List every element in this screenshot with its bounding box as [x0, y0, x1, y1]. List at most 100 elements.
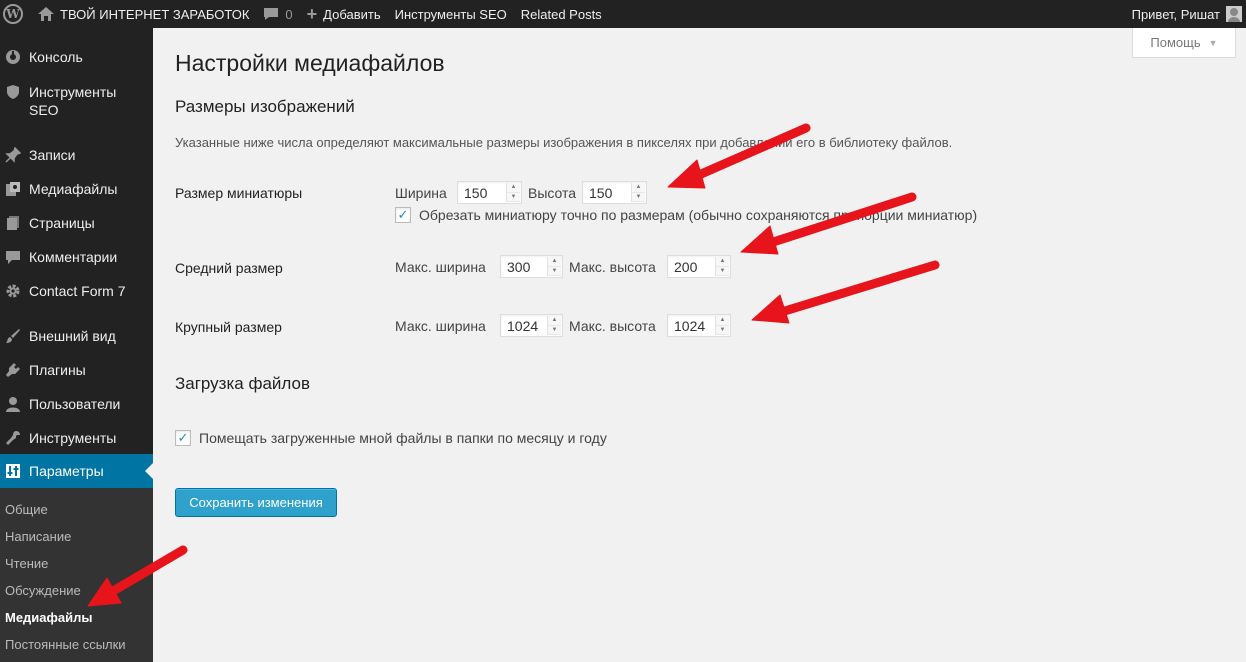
sidebar-item-media[interactable]: Медиафайлы: [0, 180, 153, 198]
shield-icon: [3, 83, 23, 101]
image-sizes-description: Указанные ниже числа определяют максимал…: [175, 135, 953, 150]
avatar: [1226, 6, 1242, 22]
submenu-item-reading[interactable]: Чтение: [5, 556, 48, 571]
large-width-stepper[interactable]: ▲ ▼: [547, 316, 561, 335]
home-icon: [38, 7, 54, 21]
pin-icon: [3, 146, 23, 164]
help-tab-button[interactable]: Помощь ▼: [1132, 28, 1236, 58]
sidebar-item-tools[interactable]: Инструменты: [0, 429, 153, 447]
related-posts-label: Related Posts: [520, 6, 602, 22]
caret-down-icon: ▼: [1208, 37, 1218, 48]
sidebar-item-label: Медиафайлы: [29, 181, 118, 197]
medium-width-input[interactable]: 300 ▲ ▼: [500, 255, 563, 278]
sidebar-item-plugins[interactable]: Плагины: [0, 361, 153, 379]
submenu-item-discussion[interactable]: Обсуждение: [5, 583, 81, 598]
sidebar-item-posts[interactable]: Записи: [0, 146, 153, 164]
sidebar-item-appearance[interactable]: Внешний вид: [0, 327, 153, 345]
sidebar-item-comments[interactable]: Комментарии: [0, 248, 153, 266]
spin-down-icon[interactable]: ▼: [716, 325, 729, 335]
thumbnail-width-value: 150: [464, 184, 488, 201]
wp-logo-menu[interactable]: W: [0, 0, 31, 28]
medium-height-label: Макс. высота: [569, 259, 656, 275]
add-new-label: Добавить: [323, 6, 381, 22]
spin-up-icon[interactable]: ▲: [507, 183, 520, 193]
pages-icon: [3, 214, 23, 232]
plugin-icon: [3, 361, 23, 379]
submenu-item-general[interactable]: Общие: [5, 502, 48, 517]
thumbnail-width-input[interactable]: 150 ▲ ▼: [457, 181, 522, 204]
sidebar-item-label: Инструменты SEO: [29, 84, 117, 118]
gear-icon: [3, 282, 23, 300]
spin-down-icon[interactable]: ▼: [548, 266, 561, 276]
red-arrow-icon: [740, 192, 917, 255]
sidebar-item-label: Консоль: [29, 49, 83, 65]
uploads-heading: Загрузка файлов: [175, 374, 311, 393]
checkmark-icon: ✓: [397, 207, 409, 222]
medium-width-stepper[interactable]: ▲ ▼: [547, 257, 561, 276]
comment-bubble-icon: [263, 7, 279, 21]
settings-icon: [3, 462, 23, 480]
thumbnail-height-label: Высота: [528, 185, 577, 201]
sidebar-item-label: Contact Form 7: [29, 283, 126, 299]
large-size-label: Крупный размер: [175, 319, 282, 335]
seo-tools-link[interactable]: Инструменты SEO: [388, 0, 514, 28]
add-new-link[interactable]: + Добавить: [300, 0, 388, 28]
checkmark-icon: ✓: [177, 430, 189, 445]
submenu-item-permalinks[interactable]: Постоянные ссылки: [5, 637, 126, 652]
spin-up-icon[interactable]: ▲: [716, 257, 729, 267]
sidebar-item-label: Внешний вид: [29, 328, 116, 344]
medium-size-label: Средний размер: [175, 260, 283, 276]
spin-down-icon[interactable]: ▼: [507, 192, 520, 202]
account-menu[interactable]: Привет, Ришат: [1132, 0, 1246, 28]
spin-up-icon[interactable]: ▲: [716, 316, 729, 326]
sidebar-item-label: Параметры: [29, 463, 104, 479]
spin-down-icon[interactable]: ▼: [632, 192, 645, 202]
sidebar-item-label: Страницы: [29, 215, 95, 231]
submenu-item-media[interactable]: Медиафайлы: [5, 610, 93, 625]
crop-thumbnail-checkbox[interactable]: ✓: [395, 207, 411, 223]
comments-link[interactable]: 0: [256, 0, 299, 28]
sidebar-item-settings[interactable]: Параметры: [0, 454, 153, 488]
spin-up-icon[interactable]: ▲: [632, 183, 645, 193]
large-height-stepper[interactable]: ▲ ▼: [715, 316, 729, 335]
media-icon: [3, 180, 23, 198]
sidebar-item-contact-form[interactable]: Contact Form 7: [0, 282, 153, 300]
settings-submenu: Общие Написание Чтение Обсуждение Медиаф…: [0, 488, 153, 662]
sidebar-item-dashboard[interactable]: Консоль: [0, 48, 153, 66]
spin-down-icon[interactable]: ▼: [716, 266, 729, 276]
site-name-link[interactable]: ТВОЙ ИНТЕРНЕТ ЗАРАБОТОК: [31, 0, 256, 28]
related-posts-link[interactable]: Related Posts: [514, 0, 609, 28]
comments-count: 0: [285, 6, 293, 22]
spin-up-icon[interactable]: ▲: [548, 316, 561, 326]
medium-height-stepper[interactable]: ▲ ▼: [715, 257, 729, 276]
comment-icon: [3, 248, 23, 266]
sidebar-item-users[interactable]: Пользователи: [0, 395, 153, 413]
sidebar-item-seo-tools[interactable]: Инструменты SEO: [0, 83, 153, 119]
thumbnail-height-stepper[interactable]: ▲ ▼: [631, 183, 645, 202]
site-name: ТВОЙ ИНТЕРНЕТ ЗАРАБОТОК: [60, 6, 250, 22]
thumbnail-height-input[interactable]: 150 ▲ ▼: [582, 181, 647, 204]
large-height-value: 1024: [674, 317, 706, 334]
spin-up-icon[interactable]: ▲: [548, 257, 561, 267]
large-width-value: 1024: [507, 317, 539, 334]
spin-down-icon[interactable]: ▼: [548, 325, 561, 335]
sidebar-item-pages[interactable]: Страницы: [0, 214, 153, 232]
thumbnail-size-label: Размер миниатюры: [175, 185, 303, 201]
thumbnail-width-stepper[interactable]: ▲ ▼: [506, 183, 520, 202]
dashboard-icon: [3, 48, 23, 66]
organize-uploads-checkbox[interactable]: ✓: [175, 430, 191, 446]
save-changes-button[interactable]: Сохранить изменения: [175, 488, 337, 517]
medium-width-value: 300: [507, 258, 531, 275]
sidebar-item-label: Пользователи: [29, 396, 121, 412]
plus-icon: +: [306, 3, 318, 24]
red-arrow-icon: [751, 260, 940, 324]
sidebar-item-label: Комментарии: [29, 249, 118, 265]
large-height-input[interactable]: 1024 ▲ ▼: [667, 314, 731, 337]
submenu-item-writing[interactable]: Написание: [5, 529, 71, 544]
large-width-input[interactable]: 1024 ▲ ▼: [500, 314, 563, 337]
page-title: Настройки медиафайлов: [175, 50, 445, 76]
medium-height-input[interactable]: 200 ▲ ▼: [667, 255, 731, 278]
user-icon: [3, 395, 23, 413]
medium-height-value: 200: [674, 258, 698, 275]
image-sizes-heading: Размеры изображений: [175, 97, 355, 116]
